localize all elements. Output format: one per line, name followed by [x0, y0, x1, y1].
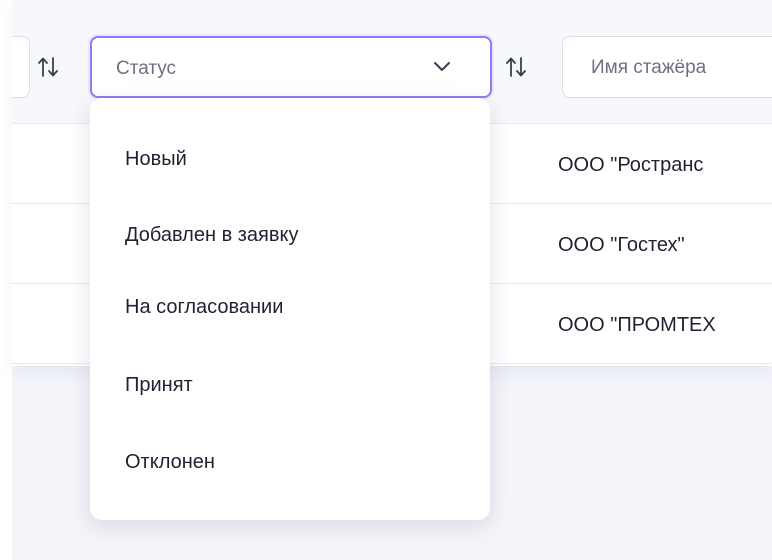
sort-arrows-icon[interactable]: [36, 55, 60, 79]
status-option-rejected[interactable]: Отклонен: [125, 451, 215, 474]
status-select-placeholder: Статус: [116, 58, 177, 79]
row-company: ООО "Гостех": [558, 234, 685, 256]
status-option-new[interactable]: Новый: [125, 148, 187, 171]
intern-name-input[interactable]: [591, 55, 772, 81]
status-option-under-approval[interactable]: На согласовании: [125, 296, 283, 319]
intern-name-field[interactable]: [562, 36, 772, 98]
previous-filter-input[interactable]: [12, 36, 30, 98]
row-company: ООО "ПРОМТЕХ: [558, 314, 716, 336]
status-select[interactable]: Статус: [90, 36, 492, 98]
status-option-accepted[interactable]: Принят: [125, 374, 193, 397]
row-company: ООО "Ространс: [558, 154, 704, 176]
status-dropdown-menu: Новый Добавлен в заявку На согласовании …: [90, 98, 490, 520]
left-strip: [0, 0, 12, 560]
status-option-added-to-request[interactable]: Добавлен в заявку: [125, 224, 298, 247]
chevron-down-icon: [432, 60, 452, 74]
sort-arrows-icon[interactable]: [504, 55, 528, 79]
